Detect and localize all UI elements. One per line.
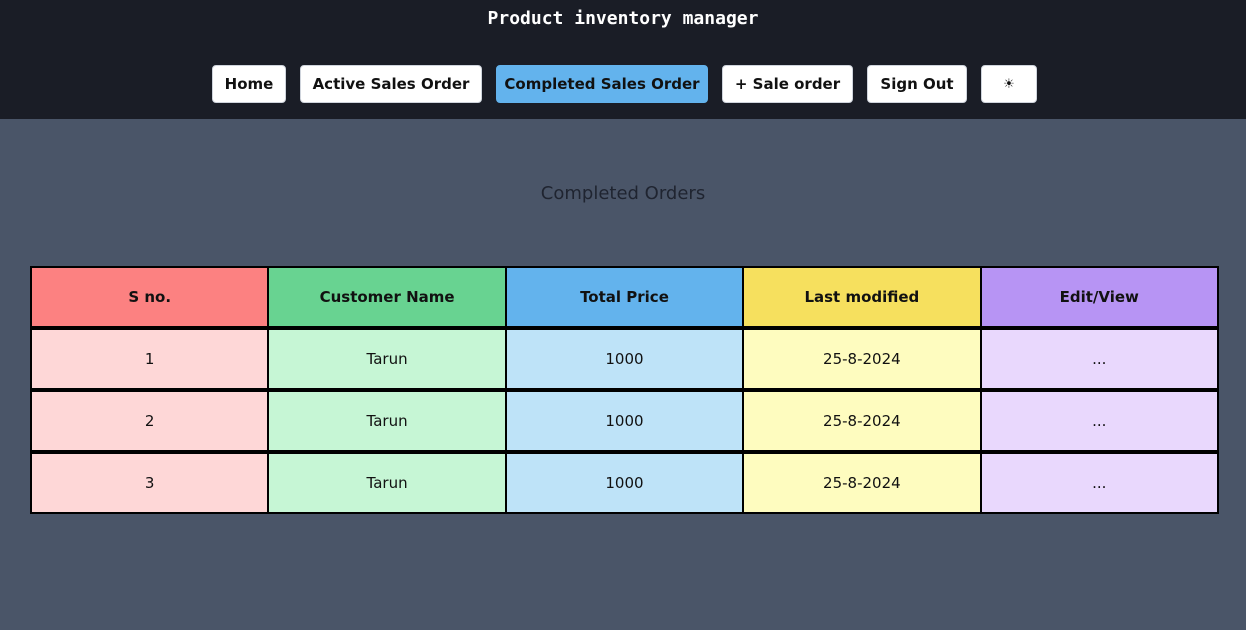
column-header-last-modified: Last modified xyxy=(742,266,982,329)
active-sales-order-button[interactable]: Active Sales Order xyxy=(300,65,482,103)
cell-total-price: 1000 xyxy=(504,388,745,453)
column-header-sno: S no. xyxy=(29,266,270,329)
edit-view-button[interactable]: ... xyxy=(979,388,1220,453)
table-row: 3 Tarun 1000 25-8-2024 ... xyxy=(29,450,1220,514)
add-sale-order-button[interactable]: + Sale order xyxy=(722,65,853,103)
top-navbar: Product inventory manager Home Active Sa… xyxy=(0,0,1246,119)
cell-sno: 2 xyxy=(29,388,270,453)
sign-out-button[interactable]: Sign Out xyxy=(867,65,967,103)
sun-icon: ☀ xyxy=(1003,76,1015,92)
edit-view-button[interactable]: ... xyxy=(979,450,1220,514)
cell-last-modified: 25-8-2024 xyxy=(742,450,982,514)
edit-view-button[interactable]: ... xyxy=(979,326,1220,391)
page-title: Completed Orders xyxy=(540,183,706,204)
theme-toggle-button[interactable]: ☀ xyxy=(981,65,1037,103)
cell-customer-name: Tarun xyxy=(267,450,507,514)
cell-total-price: 1000 xyxy=(504,326,745,391)
cell-last-modified: 25-8-2024 xyxy=(742,326,982,391)
table-row: 1 Tarun 1000 25-8-2024 ... xyxy=(29,326,1220,391)
column-header-total-price: Total Price xyxy=(504,266,745,329)
table-header-row: S no. Customer Name Total Price Last mod… xyxy=(29,266,1220,329)
app-title: Product inventory manager xyxy=(487,8,759,29)
cell-last-modified: 25-8-2024 xyxy=(742,388,982,453)
cell-customer-name: Tarun xyxy=(267,388,507,453)
column-header-edit-view: Edit/View xyxy=(979,266,1220,329)
cell-customer-name: Tarun xyxy=(267,326,507,391)
home-button[interactable]: Home xyxy=(212,65,286,103)
cell-sno: 1 xyxy=(29,326,270,391)
completed-sales-order-button[interactable]: Completed Sales Order xyxy=(496,65,708,103)
orders-table: S no. Customer Name Total Price Last mod… xyxy=(29,266,1220,514)
cell-sno: 3 xyxy=(29,450,270,514)
cell-total-price: 1000 xyxy=(504,450,745,514)
table-row: 2 Tarun 1000 25-8-2024 ... xyxy=(29,388,1220,453)
column-header-customer-name: Customer Name xyxy=(267,266,507,329)
